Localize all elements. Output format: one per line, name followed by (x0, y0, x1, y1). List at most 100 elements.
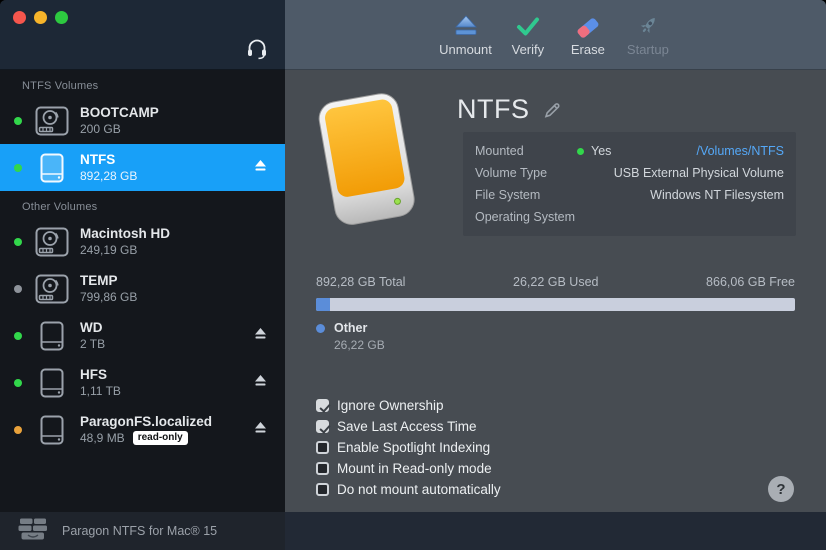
title-row: NTFS (457, 94, 562, 125)
status-dot (14, 117, 22, 125)
page-title: NTFS (457, 94, 530, 125)
option-save-last-access-time[interactable]: Save Last Access Time (316, 419, 501, 434)
status-dot (14, 379, 22, 387)
volume-row-paragonfs[interactable]: ParagonFS.localized 48,9 MB read-only (0, 406, 285, 453)
info-label: Volume Type (475, 166, 577, 180)
option-label: Enable Spotlight Indexing (337, 440, 490, 455)
volume-size: 1,11 TB (80, 384, 121, 398)
checkbox-checked-icon (316, 399, 329, 412)
erase-label: Erase (571, 42, 605, 57)
external-drive-icon (34, 368, 70, 398)
volume-row-wd[interactable]: WD 2 TB (0, 312, 285, 359)
option-ignore-ownership[interactable]: Ignore Ownership (316, 398, 501, 413)
app-window: NTFS Volumes BOOTCAMP 200 GB (0, 0, 826, 550)
volume-size: 48,9 MB read-only (80, 431, 212, 445)
startup-label: Startup (627, 42, 669, 57)
mount-path-link[interactable]: /Volumes/NTFS (696, 144, 784, 158)
info-row-operating-system: Operating System (475, 206, 784, 228)
verify-label: Verify (512, 42, 545, 57)
read-only-badge: read-only (133, 431, 188, 445)
option-label: Save Last Access Time (337, 419, 477, 434)
eject-icon[interactable] (254, 327, 267, 345)
volume-size-text: 48,9 MB (80, 431, 125, 445)
mounted-value: Yes (591, 144, 611, 158)
status-dot (14, 285, 22, 293)
main-panel: NTFS Mounted Yes /Volumes/NTFS Volume Ty… (285, 70, 826, 512)
usage-total: 892,28 GB Total (316, 275, 405, 289)
usage-used: 26,22 GB Used (405, 275, 706, 289)
info-label: File System (475, 188, 577, 202)
legend-dot (316, 324, 325, 333)
zoom-button[interactable] (55, 11, 68, 24)
checkbox-unchecked-icon (316, 441, 329, 454)
help-button[interactable]: ? (768, 476, 794, 502)
usage-bar-fill (316, 298, 330, 311)
volume-row-hfs[interactable]: HFS 1,11 TB (0, 359, 285, 406)
volume-size: 892,28 GB (80, 169, 137, 183)
support-headset-icon[interactable] (245, 37, 269, 61)
info-label: Operating System (475, 210, 577, 224)
minimize-button[interactable] (34, 11, 47, 24)
eject-icon[interactable] (254, 159, 267, 177)
status-dot (14, 332, 22, 340)
internal-drive-icon (34, 227, 70, 257)
option-label: Ignore Ownership (337, 398, 444, 413)
verify-button[interactable]: Verify (504, 12, 552, 57)
info-value: USB External Physical Volume (614, 166, 784, 180)
volume-size: 200 GB (80, 122, 159, 136)
volume-row-bootcamp[interactable]: BOOTCAMP 200 GB (0, 97, 285, 144)
edit-icon[interactable] (542, 100, 562, 125)
mount-options: Ignore Ownership Save Last Access Time E… (316, 398, 501, 503)
status-dot (577, 148, 584, 155)
volume-row-ntfs[interactable]: NTFS 892,28 GB (0, 144, 285, 191)
checkbox-unchecked-icon (316, 483, 329, 496)
eject-icon (453, 12, 479, 38)
legend-value: 26,22 GB (334, 338, 795, 352)
volume-name: TEMP (80, 273, 137, 288)
eject-icon[interactable] (254, 421, 267, 439)
section-label-ntfs-volumes: NTFS Volumes (0, 70, 285, 97)
external-drive-icon (34, 153, 70, 183)
option-enable-spotlight-indexing[interactable]: Enable Spotlight Indexing (316, 440, 501, 455)
volume-name: Macintosh HD (80, 226, 170, 241)
toolbar: Unmount Verify Erase (285, 0, 826, 70)
app-name: Paragon NTFS for Mac® 15 (62, 524, 217, 538)
volume-info-panel: Mounted Yes /Volumes/NTFS Volume Type US… (463, 132, 796, 236)
sidebar: NTFS Volumes BOOTCAMP 200 GB (0, 0, 285, 512)
option-label: Do not mount automatically (337, 482, 501, 497)
internal-drive-icon (34, 274, 70, 304)
unmount-label: Unmount (439, 42, 492, 57)
rocket-icon (635, 12, 661, 38)
external-drive-icon (34, 321, 70, 351)
checkbox-checked-icon (316, 420, 329, 433)
option-do-not-mount-automatically[interactable]: Do not mount automatically (316, 482, 501, 497)
mounted-state: Yes (577, 144, 611, 158)
usage-free: 866,06 GB Free (706, 275, 795, 289)
checkmark-icon (515, 12, 541, 38)
usage-bar (316, 298, 795, 311)
sidebar-header (0, 0, 285, 70)
option-label: Mount in Read-only mode (337, 461, 492, 476)
section-label-other-volumes: Other Volumes (0, 191, 285, 218)
legend-label: Other (334, 321, 367, 335)
internal-drive-icon (34, 106, 70, 136)
window-controls (13, 11, 68, 24)
eject-icon[interactable] (254, 374, 267, 392)
volume-name: BOOTCAMP (80, 105, 159, 120)
info-value: Windows NT Filesystem (650, 188, 784, 202)
info-row-mounted: Mounted Yes /Volumes/NTFS (475, 140, 784, 162)
volume-size: 799,86 GB (80, 290, 137, 304)
volume-name: ParagonFS.localized (80, 414, 212, 429)
unmount-button[interactable]: Unmount (439, 12, 492, 57)
eraser-icon (575, 12, 601, 38)
volume-row-temp[interactable]: TEMP 799,86 GB (0, 265, 285, 312)
external-drive-icon (34, 415, 70, 445)
volume-row-macintosh-hd[interactable]: Macintosh HD 249,19 GB (0, 218, 285, 265)
disk-stack-icon (18, 518, 48, 545)
info-row-file-system: File System Windows NT Filesystem (475, 184, 784, 206)
status-dot (14, 164, 22, 172)
option-mount-read-only[interactable]: Mount in Read-only mode (316, 461, 501, 476)
erase-button[interactable]: Erase (564, 12, 612, 57)
info-row-volume-type: Volume Type USB External Physical Volume (475, 162, 784, 184)
close-button[interactable] (13, 11, 26, 24)
